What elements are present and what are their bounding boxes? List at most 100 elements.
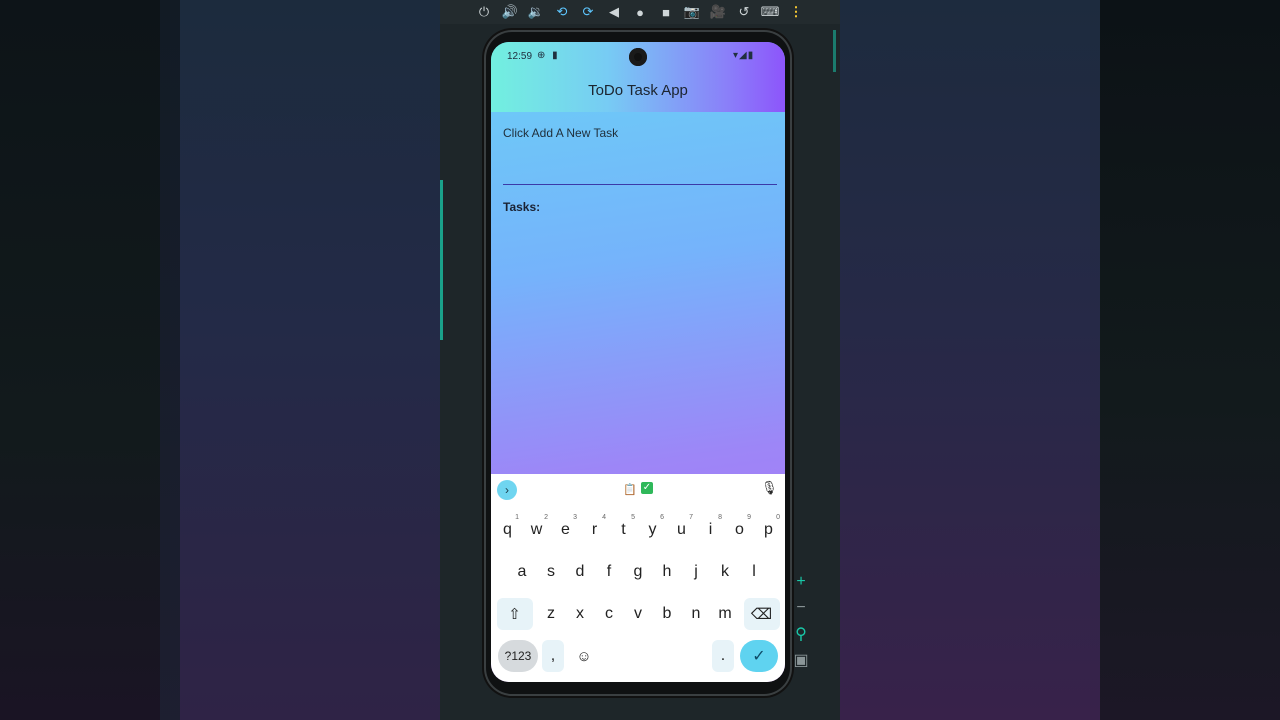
key-w[interactable]: w2 (522, 514, 551, 546)
key-label: y (648, 521, 657, 538)
microphone-icon[interactable]: 🎙 (761, 480, 778, 496)
key-number-hint: 4 (602, 514, 606, 521)
back-icon[interactable]: ◀ (601, 1, 627, 23)
enter-key[interactable]: ✓ (740, 640, 778, 672)
key-label: o (735, 521, 744, 538)
emoji-key[interactable]: ☺ (568, 640, 600, 672)
key-k[interactable]: k (711, 556, 740, 588)
keyboard-suggestion-bar: › 📋 ✓ 🎙 (491, 474, 785, 504)
key-label: u (677, 521, 686, 538)
key-b[interactable]: b (653, 598, 682, 630)
key-g[interactable]: g (624, 556, 653, 588)
key-j[interactable]: j (682, 556, 711, 588)
key-y[interactable]: y6 (638, 514, 667, 546)
key-label: t (621, 521, 626, 538)
zoom-out-icon[interactable]: − (790, 598, 812, 618)
emulator-left-accent (440, 180, 443, 340)
tasks-heading: Tasks: (503, 200, 541, 214)
key-m[interactable]: m (711, 598, 740, 630)
new-task-input[interactable] (503, 142, 777, 185)
status-bar: 12:59 ⊕ ▮ ▾◢▮ (491, 42, 785, 72)
key-number-hint: 5 (631, 514, 635, 521)
checkmark-icon[interactable]: ✓ (641, 482, 653, 494)
controller-icon[interactable]: ⌨ (757, 1, 783, 23)
status-notification-icons: ⊕ ▮ (537, 50, 560, 61)
task-list (503, 222, 773, 462)
period-key[interactable]: . (712, 640, 734, 672)
key-label: r (591, 521, 598, 538)
keyboard-row-3: ⇧ zxcvbnm ⌫ (491, 598, 785, 630)
keyboard-row-1: q1w2e3r4t5y6u7i8o9p0 (491, 514, 785, 546)
snapshot-icon[interactable]: ↺ (731, 1, 757, 23)
clipboard-icon[interactable]: 📋 (623, 483, 637, 496)
left-dark-strip (0, 0, 160, 720)
key-x[interactable]: x (566, 598, 595, 630)
key-c[interactable]: c (595, 598, 624, 630)
shift-key[interactable]: ⇧ (496, 598, 533, 630)
keyboard-row-2: asdfghjkl (491, 556, 785, 588)
comma-key[interactable]: , (542, 640, 564, 672)
right-dark-strip (1100, 0, 1280, 720)
key-number-hint: 9 (747, 514, 751, 521)
key-u[interactable]: u7 (667, 514, 696, 546)
power-icon[interactable]: ⏻ (471, 1, 497, 23)
key-h[interactable]: h (653, 556, 682, 588)
key-v[interactable]: v (624, 598, 653, 630)
key-l[interactable]: l (740, 556, 769, 588)
new-task-label: Click Add A New Task (503, 126, 619, 140)
emulator-side-tools: + − ⚲ ▣ (790, 572, 812, 670)
keyboard-row-4: ?123 , ☺ . ✓ (491, 640, 785, 672)
volume-down-icon[interactable]: 🔉 (523, 1, 549, 23)
key-r[interactable]: r4 (580, 514, 609, 546)
fit-screen-icon[interactable]: ▣ (790, 650, 812, 670)
key-label: q (503, 521, 512, 538)
key-number-hint: 8 (718, 514, 722, 521)
key-a[interactable]: a (508, 556, 537, 588)
key-p[interactable]: p0 (754, 514, 783, 546)
key-number-hint: 7 (689, 514, 693, 521)
key-number-hint: 6 (660, 514, 664, 521)
home-icon[interactable]: ● (627, 1, 653, 23)
key-number-hint: 2 (544, 514, 548, 521)
phone-frame: 12:59 ⊕ ▮ ▾◢▮ ToDo Task App Click Add A … (486, 32, 790, 694)
screenshot-icon[interactable]: 📷 (679, 1, 705, 23)
key-f[interactable]: f (595, 556, 624, 588)
rotate-right-icon[interactable]: ⟳ (575, 1, 601, 23)
key-i[interactable]: i8 (696, 514, 725, 546)
key-label: e (561, 521, 570, 538)
key-number-hint: 3 (573, 514, 577, 521)
key-s[interactable]: s (537, 556, 566, 588)
status-signal-battery-icons: ▾◢▮ (733, 50, 755, 61)
zoom-search-icon[interactable]: ⚲ (790, 624, 812, 644)
keyboard-expand-icon[interactable]: › (497, 480, 517, 500)
key-t[interactable]: t5 (609, 514, 638, 546)
key-z[interactable]: z (537, 598, 566, 630)
more-menu-icon[interactable]: ⋮ (783, 1, 809, 23)
volume-up-icon[interactable]: 🔊 (497, 1, 523, 23)
overview-icon[interactable]: ■ (653, 1, 679, 23)
rotate-left-icon[interactable]: ⟲ (549, 1, 575, 23)
keyboard-row-3-letters: zxcvbnm (537, 598, 740, 630)
app-bar: 12:59 ⊕ ▮ ▾◢▮ ToDo Task App (491, 42, 785, 112)
emulator-toolbar: ⏻ 🔊 🔉 ⟲ ⟳ ◀ ● ■ 📷 🎥 ↺ ⌨ ⋮ (440, 0, 840, 24)
backspace-key[interactable]: ⌫ (743, 598, 780, 630)
key-o[interactable]: o9 (725, 514, 754, 546)
right-backdrop (840, 0, 1280, 720)
emulator-right-accent (833, 30, 836, 72)
symbols-key[interactable]: ?123 (498, 640, 538, 672)
left-backdrop (0, 0, 440, 720)
key-d[interactable]: d (566, 556, 595, 588)
phone-screen: 12:59 ⊕ ▮ ▾◢▮ ToDo Task App Click Add A … (491, 42, 785, 682)
key-label: p (764, 521, 773, 538)
key-number-hint: 0 (776, 514, 780, 521)
key-n[interactable]: n (682, 598, 711, 630)
soft-keyboard: › 📋 ✓ 🎙 q1w2e3r4t5y6u7i8o9p0 asdfghjkl ⇧… (491, 474, 785, 682)
record-icon[interactable]: 🎥 (705, 1, 731, 23)
key-e[interactable]: e3 (551, 514, 580, 546)
status-time: 12:59 (507, 51, 533, 62)
key-q[interactable]: q1 (493, 514, 522, 546)
space-key[interactable] (600, 640, 712, 672)
front-camera (629, 48, 647, 66)
zoom-in-icon[interactable]: + (790, 572, 812, 592)
key-label: i (708, 521, 713, 538)
